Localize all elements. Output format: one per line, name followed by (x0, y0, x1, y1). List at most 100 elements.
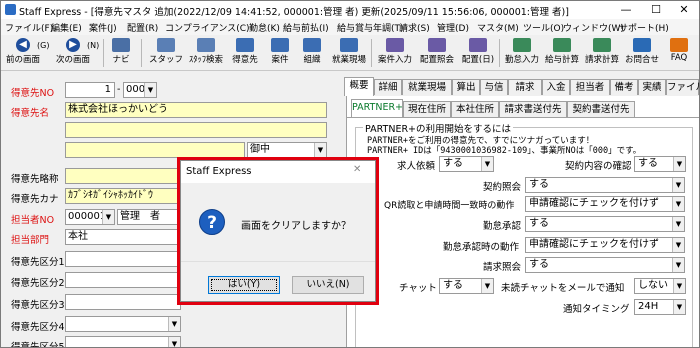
faq-button[interactable]: FAQ (665, 37, 693, 69)
tab-results[interactable]: 実績 (638, 79, 666, 95)
job-request-select[interactable]: する ▼ (439, 156, 494, 172)
org-button[interactable]: 組織 (297, 37, 327, 69)
inquiry-button[interactable]: お問合せ (623, 37, 661, 69)
chevron-down-icon: ▼ (673, 157, 685, 171)
class1-select[interactable] (65, 251, 181, 267)
menu-billing[interactable]: 請求(S) (399, 21, 430, 34)
class2-label: 得意先区分2 (11, 278, 65, 289)
customer-name-line3-input[interactable] (65, 142, 245, 158)
tab-billing[interactable]: 請求 (508, 79, 542, 95)
assign-day-icon (469, 38, 487, 52)
kana-label: 得意先カナ (11, 194, 59, 205)
menu-edit[interactable]: 編集(E) (51, 21, 82, 34)
billing-inquiry-select[interactable]: する ▼ (525, 257, 685, 273)
chat-select[interactable]: する ▼ (439, 278, 494, 294)
close-button[interactable]: ✕ (669, 1, 699, 19)
contract-inquiry-label: 契約照会 (483, 182, 522, 193)
subtab-divider (346, 117, 699, 118)
tab-notes[interactable]: 備考 (610, 79, 638, 95)
job-request-label: 求人依頼 (397, 161, 436, 172)
tab-credit[interactable]: 与信 (480, 79, 508, 95)
short-name-input[interactable] (65, 168, 181, 184)
customer-name-line2-input[interactable] (65, 122, 327, 138)
chevron-down-icon: ▼ (102, 210, 114, 224)
toolbar-separator (103, 39, 104, 67)
subtab-partner[interactable]: PARTNER+ (351, 99, 403, 117)
menu-master[interactable]: マスタ(M) (477, 21, 519, 34)
staff-button[interactable]: スタッフ (147, 37, 185, 69)
billing-inquiry-label: 請求照会 (483, 262, 522, 273)
menu-compliance[interactable]: コンプライアンス(C) (165, 21, 250, 34)
contract-confirm-label: 契約内容の確認 (565, 161, 632, 172)
no-button[interactable]: いいえ(N) (292, 276, 364, 294)
chat-mail-notify-select[interactable]: しない ▼ (634, 278, 686, 294)
class4-select[interactable]: ▼ (65, 316, 181, 332)
nav-icon (112, 38, 130, 52)
staff-search-button[interactable]: ｽﾀｯﾌ検索 (185, 37, 227, 69)
assign-view-button[interactable]: 配置照会 (417, 37, 457, 69)
job-button[interactable]: 案件 (265, 37, 295, 69)
chevron-down-icon: ▼ (168, 337, 180, 347)
kana-input[interactable]: ｶﾌﾞｼｷｶﾞｲｼｬﾎｯｶｲﾄﾞｳ (65, 188, 181, 204)
qr-action-select[interactable]: 申請確認にチェックを付けず ▼ (525, 196, 685, 212)
honorific-select[interactable]: 御中 ▼ (247, 142, 327, 158)
attendance-approve-label: 勤怠承認 (483, 221, 522, 232)
billing-icon (593, 38, 611, 52)
customer-no-input[interactable]: 1 (65, 82, 115, 98)
menu-support[interactable]: サポート(H) (619, 21, 669, 34)
class3-select[interactable] (65, 294, 181, 310)
tab-file[interactable]: ファイル (666, 79, 699, 95)
maximize-button[interactable]: ☐ (641, 1, 671, 19)
tab-payment[interactable]: 入金 (542, 79, 570, 95)
notify-timing-select[interactable]: 24H ▼ (634, 299, 686, 315)
toolbar-separator (141, 39, 142, 67)
worksite-button[interactable]: 就業現場 (329, 37, 369, 69)
tab-calc[interactable]: 算出 (452, 79, 480, 95)
tab-contact[interactable]: 担当者 (570, 79, 610, 95)
chevron-down-icon: ▼ (672, 238, 684, 252)
assign-day-button[interactable]: 配置(日) (459, 37, 497, 69)
contract-confirm-select[interactable]: する ▼ (634, 156, 686, 172)
minimize-button[interactable]: — (611, 1, 641, 19)
tab-worksite[interactable]: 就業現場 (402, 79, 452, 95)
attendance-icon (513, 38, 531, 52)
nav-button[interactable]: ナビ (107, 37, 135, 69)
menu-tools[interactable]: ツール(O) (523, 21, 564, 34)
contract-inquiry-select[interactable]: する ▼ (525, 177, 685, 193)
tab-detail[interactable]: 詳細 (374, 79, 402, 95)
subtab-current-address[interactable]: 現在住所 (403, 101, 451, 117)
menu-advance-pay[interactable]: 給与前払(I) (283, 21, 329, 34)
chevron-down-icon: ▼ (314, 143, 326, 157)
subtab-hq-address[interactable]: 本社住所 (451, 101, 499, 117)
menu-admin[interactable]: 管理(D) (437, 21, 469, 34)
attendance-entry-button[interactable]: 勤怠入力 (503, 37, 541, 69)
org-icon (303, 38, 321, 52)
menu-window[interactable]: ウィンドウ(W) (563, 21, 624, 34)
staff-no-select[interactable]: 000001 ▼ (65, 209, 115, 225)
menu-file[interactable]: ファイル(F) (5, 21, 53, 34)
class5-select[interactable]: ▼ (65, 336, 181, 347)
menu-payroll[interactable]: 給与賞与年調(T) (337, 21, 404, 34)
billing-calc-button[interactable]: 請求計算 (583, 37, 621, 69)
question-icon: ? (199, 209, 225, 235)
customer-no-sub-select[interactable]: 000 ▼ (123, 82, 157, 98)
approve-action-select[interactable]: 申請確認にチェックを付けず ▼ (525, 237, 685, 253)
subtab-contract-dest[interactable]: 契約書送付先 (567, 101, 635, 117)
payroll-calc-button[interactable]: 給与計算 (543, 37, 581, 69)
yes-button[interactable]: はい(Y) (208, 276, 280, 294)
customer-button[interactable]: 得意先 (227, 37, 263, 69)
tab-overview[interactable]: 概要 (344, 77, 374, 96)
dialog-close-icon[interactable]: ✕ (353, 164, 361, 175)
menu-attendance[interactable]: 勤怠(K) (249, 21, 280, 34)
customer-name-input[interactable]: 株式会社ほっかいどう (65, 102, 327, 118)
attendance-approve-select[interactable]: する ▼ (525, 216, 685, 232)
job-icon (271, 38, 289, 52)
menu-job[interactable]: 案件(J) (89, 21, 117, 34)
job-entry-button[interactable]: 案件入力 (375, 37, 415, 69)
class1-label: 得意先区分1 (11, 257, 65, 268)
toolbar-separator (499, 39, 500, 67)
menu-assign[interactable]: 配置(R) (127, 21, 158, 34)
class2-select[interactable] (65, 272, 181, 288)
dept-select[interactable]: 本社 (65, 229, 181, 245)
subtab-invoice-dest[interactable]: 請求書送付先 (499, 101, 567, 117)
